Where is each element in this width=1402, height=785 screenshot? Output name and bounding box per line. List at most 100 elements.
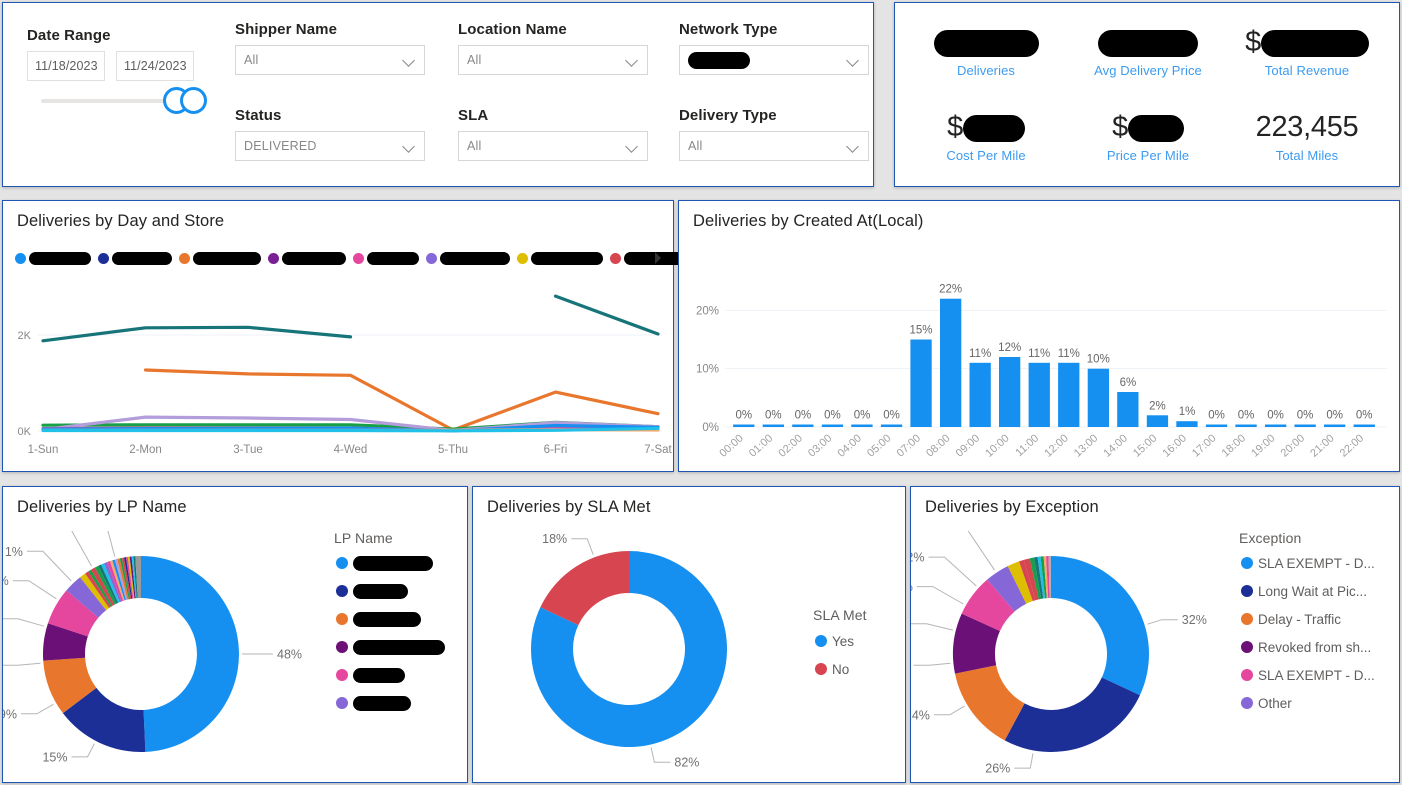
filter-label-shipper-name: Shipper Name [235, 21, 338, 38]
legend-color-dot [336, 585, 348, 597]
legend-item[interactable] [336, 577, 466, 605]
filter-panel: Date Range 11/18/2023 11/24/2023 Shipper… [2, 2, 874, 187]
donut-data-label: 4% [911, 580, 913, 594]
bar-axis-label: 00:00 [717, 432, 745, 459]
legend-item[interactable]: No [815, 655, 905, 683]
bar[interactable]: 11% [969, 348, 991, 427]
legend-item[interactable]: Long Wait at Pic... [1241, 577, 1401, 605]
svg-text:6-Fri: 6-Fri [544, 444, 568, 456]
bar[interactable]: 0% [1265, 410, 1287, 428]
legend-item[interactable] [336, 661, 466, 689]
legend-item[interactable]: Delay - Traffic [1241, 605, 1401, 633]
donut-data-label: 1% [5, 545, 23, 559]
kpi-price-per-mile[interactable]: $ Price Per Mile [1067, 110, 1229, 163]
kpi-total-revenue[interactable]: $ Total Revenue [1226, 25, 1388, 78]
deliveries-by-lp-name-visual: Deliveries by LP Name 48%15%9%6%6%3%1%0%… [2, 486, 468, 783]
exception-legend[interactable]: SLA EXEMPT - D... Long Wait at Pic... Dela… [1241, 549, 1401, 717]
legend-item[interactable] [336, 633, 466, 661]
sla-legend-title: SLA Met [813, 607, 867, 623]
line-legend-label [193, 251, 261, 265]
filter-select-sla[interactable]: All [458, 131, 648, 161]
legend-item[interactable]: SLA EXEMPT - D... [1241, 661, 1401, 689]
exception-donut-plot: 32%26%14%10%7%4%2%0% [911, 531, 1207, 776]
legend-item[interactable]: Other [1241, 689, 1401, 717]
deliveries-by-exception-visual: Deliveries by Exception 32%26%14%10%7%4%… [910, 486, 1400, 783]
legend-color-dot [1241, 613, 1253, 625]
filter-select-delivery-type[interactable]: All [679, 131, 869, 161]
line-legend-item[interactable] [98, 251, 172, 265]
line-legend-label [112, 251, 172, 265]
legend-item[interactable]: Yes [815, 627, 905, 655]
bar[interactable]: 15% [909, 325, 933, 428]
donut-slice[interactable] [1051, 556, 1149, 696]
line-chart-legend[interactable] [15, 245, 700, 271]
donut-data-label: 18% [542, 532, 567, 546]
bar[interactable]: 1% [1176, 406, 1198, 427]
line-legend-item[interactable] [517, 251, 603, 265]
bar[interactable]: 6% [1117, 377, 1139, 427]
kpi-total-miles[interactable]: 223,455 Total Miles [1226, 110, 1388, 163]
bar[interactable]: 0% [1205, 410, 1228, 428]
legend-color-dot [179, 252, 190, 264]
line-legend-item[interactable] [353, 251, 419, 265]
legend-item[interactable] [336, 689, 466, 717]
slider-handle-end[interactable] [180, 87, 207, 114]
legend-color-dot [336, 613, 348, 625]
line-legend-item[interactable] [15, 251, 91, 265]
bar[interactable]: 12% [998, 342, 1021, 427]
filter-value-delivery-type: All [688, 139, 703, 153]
bar[interactable]: 10% [1087, 354, 1110, 427]
bar[interactable]: 0% [880, 410, 903, 428]
filter-label-sla: SLA [458, 107, 489, 124]
lp-legend[interactable] [336, 549, 466, 717]
bar-axis-label: 02:00 [776, 432, 804, 459]
legend-label [353, 555, 433, 571]
donut-slice[interactable] [141, 556, 239, 752]
bar[interactable]: 0% [1353, 410, 1375, 428]
line-legend-item[interactable] [426, 251, 510, 265]
legend-item[interactable]: SLA EXEMPT - D... [1241, 549, 1401, 577]
redaction-bar [353, 639, 445, 655]
filter-select-location-name[interactable]: All [458, 45, 648, 75]
legend-item[interactable] [336, 605, 466, 633]
legend-item[interactable] [336, 549, 466, 577]
date-range-slider[interactable] [41, 87, 207, 114]
filter-select-status[interactable]: DELIVERED [235, 131, 425, 161]
bar[interactable]: 11% [1058, 348, 1080, 427]
line-legend-item[interactable] [268, 251, 346, 265]
redaction-bar [282, 251, 346, 265]
filter-value-shipper-name: All [244, 53, 259, 67]
bar[interactable]: 0% [1235, 410, 1257, 428]
legend-next-arrow-icon[interactable] [651, 250, 665, 266]
chevron-down-icon [626, 54, 639, 67]
bar[interactable]: 0% [792, 410, 814, 428]
lp-chart-title: Deliveries by LP Name [17, 498, 187, 516]
kpi-avg-delivery-price[interactable]: Avg Delivery Price [1067, 25, 1229, 78]
bar-data-label: 0% [1267, 410, 1284, 422]
bar[interactable]: 11% [1028, 348, 1050, 427]
bar-data-label: 11% [1028, 348, 1050, 360]
date-start-input[interactable]: 11/18/2023 [27, 51, 105, 81]
bar[interactable]: 22% [939, 284, 962, 427]
bar[interactable]: 0% [821, 410, 844, 428]
donut-slice[interactable] [1004, 677, 1140, 752]
bar[interactable]: 0% [1294, 410, 1316, 428]
filter-select-shipper-name[interactable]: All [235, 45, 425, 75]
bar[interactable]: 2% [1146, 400, 1169, 427]
redaction-bar [688, 51, 750, 69]
filter-select-network-type[interactable] [679, 45, 869, 75]
kpi-cost-per-mile[interactable]: $ Cost Per Mile [905, 110, 1067, 163]
kpi-deliveries[interactable]: Deliveries [905, 25, 1067, 78]
bar[interactable]: 0% [851, 410, 873, 428]
legend-item[interactable]: Revoked from sh... [1241, 633, 1401, 661]
kpi-value-deliveries [905, 25, 1067, 61]
date-end-input[interactable]: 11/24/2023 [116, 51, 194, 81]
bar[interactable]: 0% [733, 410, 755, 428]
bar-data-label: 0% [1356, 410, 1373, 422]
bar[interactable]: 0% [1324, 410, 1346, 428]
chevron-down-icon [847, 140, 860, 153]
sla-legend[interactable]: Yes No [815, 627, 905, 683]
bar[interactable]: 0% [762, 410, 784, 428]
line-legend-item[interactable] [179, 251, 261, 265]
svg-text:2-Mon: 2-Mon [129, 444, 162, 456]
